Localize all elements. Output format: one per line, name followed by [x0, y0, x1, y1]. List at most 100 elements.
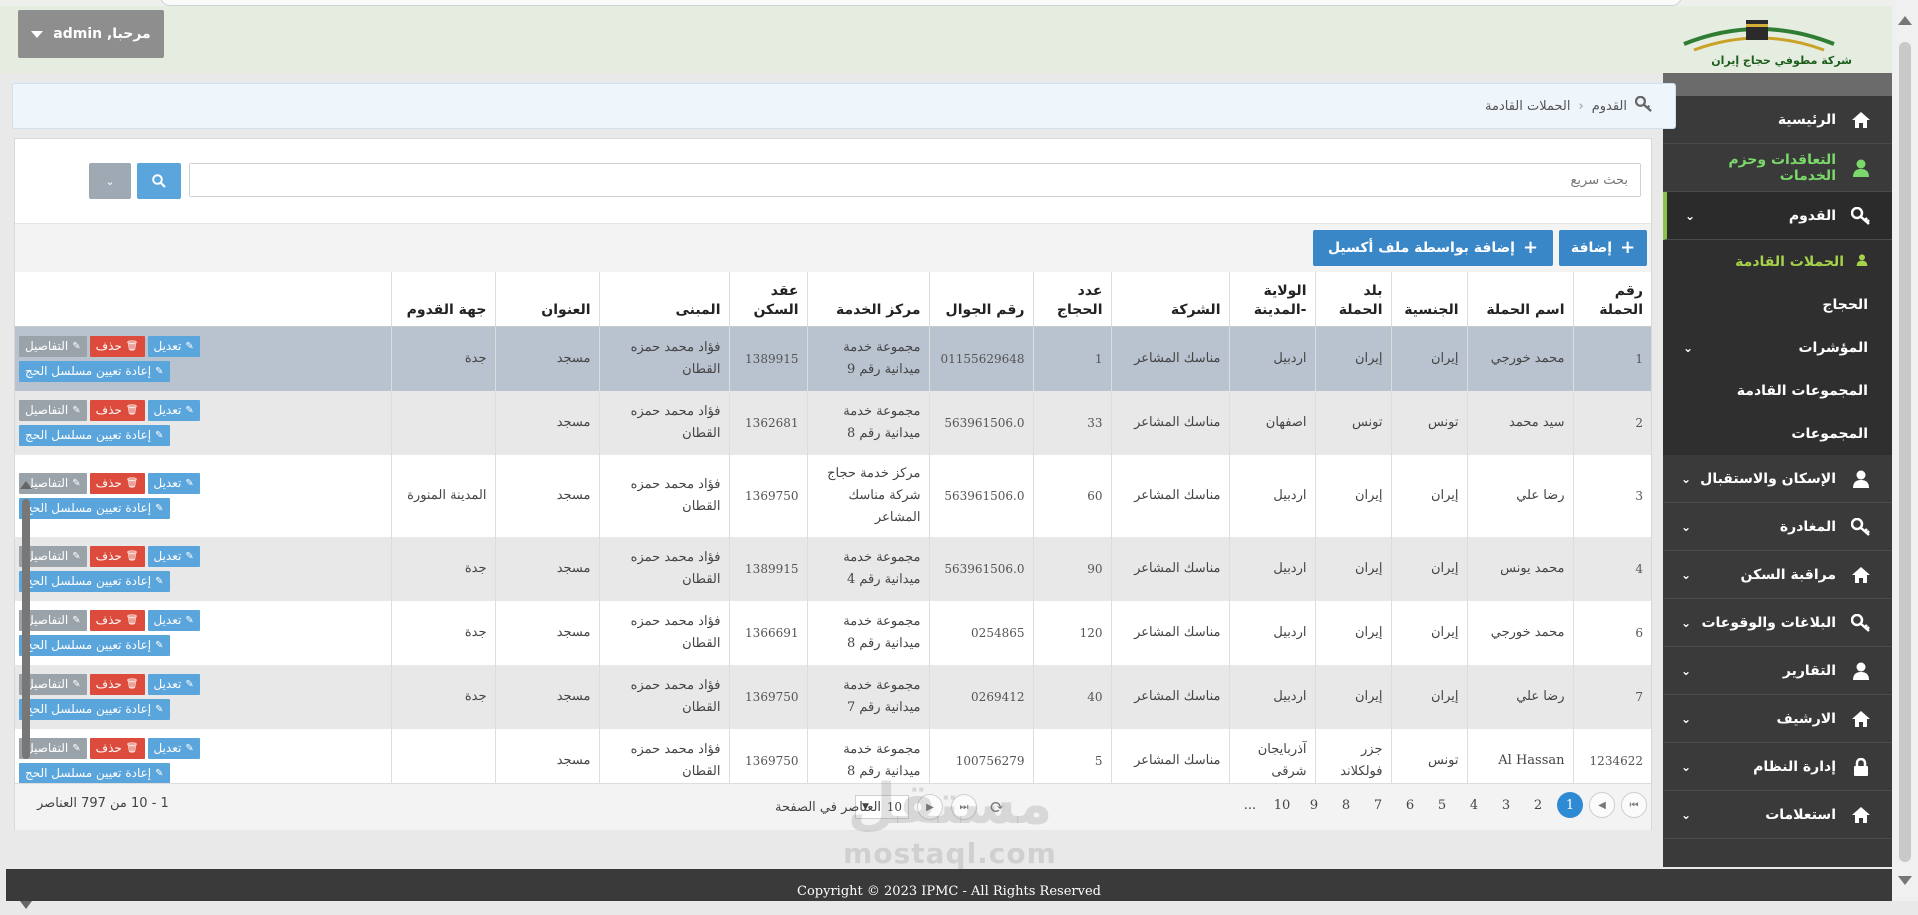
table-cell: مجموعة خدمة ميدانية رقم 8 [806, 600, 929, 665]
edit-button[interactable]: ✎ تعديل [147, 335, 200, 357]
scroll-down-icon[interactable] [20, 901, 32, 909]
reassign-serial-button[interactable]: ✎ إعادة تعيين مسلسل الحج [19, 762, 170, 783]
edit-label: تعديل [153, 677, 182, 691]
edit-icon: ✎ [72, 742, 81, 754]
column-header[interactable]: الشركة [1110, 272, 1229, 327]
reassign-serial-button[interactable]: ✎ إعادة تعيين مسلسل الحج [19, 570, 170, 592]
delete-button[interactable]: 🗑 حذف [89, 472, 145, 494]
edit-button[interactable]: ✎ تعديل [147, 737, 200, 759]
sidebar-item-archive[interactable]: الارشيف ⌄ [1663, 695, 1892, 743]
sidebar-item-system-admin[interactable]: إدارة النظام ⌄ [1663, 743, 1892, 791]
page-number-button[interactable]: 3 [1493, 792, 1519, 818]
page-scrollbar[interactable] [1892, 0, 1918, 901]
reassign-serial-button[interactable]: ✎ إعادة تعيين مسلسل الحج [19, 424, 170, 446]
column-header[interactable]: اسم الحملة [1466, 272, 1573, 327]
column-header[interactable]: الجنسية [1390, 272, 1467, 327]
advanced-search-toggle[interactable]: ⌄ [89, 163, 131, 199]
details-button[interactable]: ✎ التفاصيل [19, 335, 87, 357]
column-header[interactable]: الولاية -المدينة [1228, 272, 1315, 327]
column-header[interactable]: رقم الحملة [1572, 272, 1651, 327]
edit-button[interactable]: ✎ تعديل [147, 609, 200, 631]
sidebar-item-label: استعلامات [1765, 806, 1836, 823]
sidebar-item-inquiries[interactable]: استعلامات ⌄ [1663, 791, 1892, 839]
first-page-button[interactable]: ⏮ [1621, 792, 1647, 818]
scroll-down-icon[interactable] [1898, 876, 1912, 885]
sidebar-item-incoming-groups[interactable]: المجموعات القادمة [1663, 369, 1892, 412]
table-cell: 1369750 [728, 664, 807, 729]
reassign-serial-button[interactable]: ✎ إعادة تعيين مسلسل الحج [19, 497, 170, 519]
sidebar-item-housing[interactable]: الإسكان والاستقبال ⌄ [1663, 455, 1892, 503]
reassign-label: إعادة تعيين مسلسل الحج [25, 766, 152, 780]
table-row[interactable]: 2 سيد محمد تونس تونس اصفهان مناسك المشاعر 33 56… [15, 390, 1651, 455]
delete-button[interactable]: 🗑 حذف [89, 545, 145, 567]
delete-button[interactable]: 🗑 حذف [89, 673, 145, 695]
column-header[interactable]: المبنى [598, 272, 729, 327]
page-number-button[interactable]: 9 [1301, 792, 1327, 818]
table-row[interactable]: 1 محمد خورجي إيران إيران اردبيل مناسك المشاعر… [15, 326, 1651, 391]
edit-button[interactable]: ✎ تعديل [147, 399, 200, 421]
page-number-button[interactable]: 2 [1525, 792, 1551, 818]
search-field[interactable] [189, 163, 1641, 197]
search-input[interactable] [190, 164, 1640, 196]
sidebar-item-reports-incidents[interactable]: البلاغات والوقوعات ⌄ [1663, 599, 1892, 647]
page-number-button[interactable]: 4 [1461, 792, 1487, 818]
edit-button[interactable]: ✎ تعديل [147, 673, 200, 695]
table-cell: رضا علي [1466, 454, 1573, 537]
sidebar-item-contracts[interactable]: التعاقدات وحزم الخدمات [1663, 144, 1892, 192]
sidebar-item-arrival[interactable]: القدوم ⌄ [1663, 192, 1892, 240]
delete-button[interactable]: 🗑 حذف [89, 335, 145, 357]
sidebar-item-departure[interactable]: المغادرة ⌄ [1663, 503, 1892, 551]
delete-button[interactable]: 🗑 حذف [89, 737, 145, 759]
scroll-up-icon[interactable] [1898, 16, 1912, 25]
delete-button[interactable]: 🗑 حذف [89, 609, 145, 631]
column-header[interactable]: العنوان [494, 272, 599, 327]
column-header[interactable]: بلد الحملة [1314, 272, 1391, 327]
page-number-button[interactable]: 5 [1429, 792, 1455, 818]
table-row[interactable]: 6 محمد خورجي إيران إيران اردبيل مناسك المشاعر… [15, 600, 1651, 665]
scroll-thumb[interactable] [1899, 42, 1911, 862]
details-button[interactable]: ✎ التفاصيل [19, 399, 87, 421]
page-number-button[interactable]: 1 [1557, 792, 1583, 818]
column-header[interactable]: عدد الحجاج [1032, 272, 1111, 327]
edit-label: تعديل [153, 403, 182, 417]
sidebar-item-housing-monitoring[interactable]: مراقبة السكن ⌄ [1663, 551, 1892, 599]
sidebar-item-incoming-campaigns[interactable]: الحملات القادمة [1663, 240, 1892, 283]
reassign-serial-button[interactable]: ✎ إعادة تعيين مسلسل الحج [19, 698, 170, 720]
user-menu-button[interactable]: مرحبا, admin [18, 10, 164, 58]
add-excel-button[interactable]: + إضافة بواسطة ملف أكسيل [1313, 230, 1553, 266]
page-number-button[interactable]: ... [1237, 792, 1263, 818]
table-row[interactable]: 3 رضا علي إيران إيران اردبيل مناسك المشاعر 60 5… [15, 454, 1651, 537]
column-header[interactable]: مركز الخدمة [806, 272, 929, 327]
column-header[interactable]: عقد السكن [728, 272, 807, 327]
column-header[interactable]: جهة القدوم [390, 272, 495, 327]
sidebar-item-pilgrims[interactable]: الحجاج [1663, 283, 1892, 326]
row-actions-line: ✎ تعديل 🗑 حذف ✎ التفاصيل [19, 737, 200, 759]
sidebar-item-indicators[interactable]: المؤشرات ⌄ [1663, 326, 1892, 369]
reassign-serial-button[interactable]: ✎ إعادة تعيين مسلسل الحج [19, 634, 170, 656]
edit-icon: ✎ [72, 614, 81, 626]
search-button[interactable] [137, 163, 181, 199]
page-number-button[interactable]: 10 [1269, 792, 1295, 818]
scroll-thumb[interactable] [22, 499, 30, 759]
edit-button[interactable]: ✎ تعديل [147, 472, 200, 494]
prev-page-button[interactable]: ◀ [1589, 792, 1615, 818]
edit-icon: ✎ [185, 614, 194, 626]
column-header[interactable]: رقم الجوال [928, 272, 1033, 327]
edit-button[interactable]: ✎ تعديل [147, 545, 200, 567]
delete-label: حذف [95, 741, 122, 755]
table-scrollbar[interactable] [19, 473, 33, 913]
breadcrumb-root[interactable]: القدوم [1592, 99, 1627, 114]
page-number-button[interactable]: 6 [1397, 792, 1423, 818]
table-row[interactable]: 4 محمد يونس إيران إيران اردبيل مناسك المشاعر 9… [15, 536, 1651, 601]
add-button[interactable]: + إضافة [1559, 230, 1647, 266]
table-cell: 6 [1572, 600, 1651, 665]
delete-button[interactable]: 🗑 حذف [89, 399, 145, 421]
page-number-button[interactable]: 7 [1365, 792, 1391, 818]
table-row[interactable]: 7 رضا علي إيران إيران اردبيل مناسك المشاعر 40 0… [15, 664, 1651, 729]
sidebar-item-home[interactable]: الرئيسية [1663, 96, 1892, 144]
page-number-button[interactable]: 8 [1333, 792, 1359, 818]
reassign-serial-button[interactable]: ✎ إعادة تعيين مسلسل الحج [19, 360, 170, 382]
sidebar-item-reports[interactable]: التقارير ⌄ [1663, 647, 1892, 695]
scroll-up-icon[interactable] [20, 481, 32, 489]
sidebar-item-groups[interactable]: المجموعات [1663, 412, 1892, 455]
